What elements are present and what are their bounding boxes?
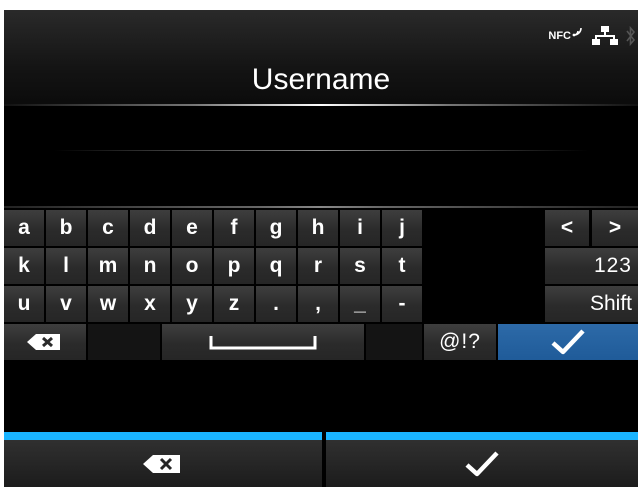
- key-h[interactable]: h: [298, 210, 338, 246]
- key-k[interactable]: k: [4, 248, 44, 284]
- key-y[interactable]: y: [172, 286, 212, 322]
- nfc-icon: NFC: [548, 27, 584, 42]
- nfc-label: NFC: [548, 30, 571, 42]
- keyboard-divider: [4, 206, 638, 208]
- key-comma[interactable]: ,: [298, 286, 338, 322]
- backspace-icon: [143, 454, 180, 473]
- key-a[interactable]: a: [4, 210, 44, 246]
- backspace-key[interactable]: [4, 324, 86, 360]
- key-c[interactable]: c: [88, 210, 128, 246]
- username-input[interactable]: [4, 106, 638, 206]
- confirm-button[interactable]: [326, 440, 638, 487]
- key-p[interactable]: p: [214, 248, 254, 284]
- header: NFC Username: [4, 10, 638, 106]
- key-r[interactable]: r: [298, 248, 338, 284]
- key-m[interactable]: m: [88, 248, 128, 284]
- network-icon: [592, 26, 618, 45]
- checkmark-icon: [465, 450, 499, 476]
- symbols-key[interactable]: @!?: [424, 324, 496, 360]
- cancel-button[interactable]: [4, 440, 322, 487]
- status-icons: NFC: [548, 22, 636, 50]
- space-key[interactable]: [162, 324, 364, 360]
- key-l[interactable]: l: [46, 248, 86, 284]
- key-period[interactable]: .: [256, 286, 296, 322]
- key-f[interactable]: f: [214, 210, 254, 246]
- cancel-accent-bar: [4, 432, 322, 440]
- key-o[interactable]: o: [172, 248, 212, 284]
- numbers-key[interactable]: 123: [545, 248, 638, 284]
- key-q[interactable]: q: [256, 248, 296, 284]
- key-hyphen[interactable]: -: [382, 286, 422, 322]
- checkmark-icon: [551, 329, 585, 355]
- key-underscore[interactable]: _: [340, 286, 380, 322]
- key-u[interactable]: u: [4, 286, 44, 322]
- key-t[interactable]: t: [382, 248, 422, 284]
- key-x[interactable]: x: [130, 286, 170, 322]
- key-b[interactable]: b: [46, 210, 86, 246]
- bluetooth-icon: [626, 25, 636, 47]
- key-z[interactable]: z: [214, 286, 254, 322]
- key-j[interactable]: j: [382, 210, 422, 246]
- confirm-accent-bar: [326, 432, 638, 440]
- page-title: Username: [251, 63, 391, 96]
- printer-screen: NFC Username a b c d e f g h i j < > k l…: [4, 10, 638, 487]
- key-e[interactable]: e: [172, 210, 212, 246]
- key-g[interactable]: g: [256, 210, 296, 246]
- blank-key: [366, 324, 422, 360]
- key-v[interactable]: v: [46, 286, 86, 322]
- blank-key: [88, 324, 160, 360]
- key-d[interactable]: d: [130, 210, 170, 246]
- backspace-icon: [27, 334, 60, 350]
- enter-key[interactable]: [498, 324, 638, 360]
- space-icon: [209, 336, 317, 350]
- key-i[interactable]: i: [340, 210, 380, 246]
- cursor-right-key[interactable]: >: [592, 210, 638, 246]
- input-underline: [54, 150, 588, 151]
- key-w[interactable]: w: [88, 286, 128, 322]
- shift-key[interactable]: Shift: [545, 286, 638, 322]
- key-n[interactable]: n: [130, 248, 170, 284]
- key-s[interactable]: s: [340, 248, 380, 284]
- cursor-left-key[interactable]: <: [545, 210, 589, 246]
